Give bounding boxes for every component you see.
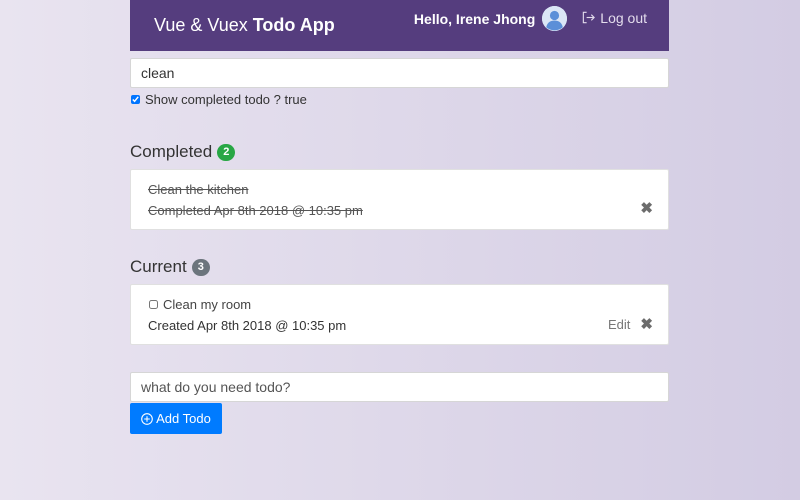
navbar: Vue & Vuex Todo App Hello, Irene Jhong L… (130, 0, 669, 51)
completed-count-badge: 2 (217, 143, 236, 161)
completed-todo-item: Clean the kitchen Completed Apr 8th 2018… (130, 169, 669, 230)
todo-date: Created Apr 8th 2018 @ 10:35 pm (148, 318, 347, 333)
todo-actions: ✖ (640, 201, 653, 216)
completed-heading: Completed 2 (130, 142, 669, 162)
current-title: Current (130, 257, 187, 276)
show-completed-toggle[interactable]: Show completed todo ? true (130, 92, 669, 107)
todo-complete-checkbox[interactable] (149, 300, 158, 309)
add-todo-label: Add Todo (156, 411, 211, 426)
show-completed-checkbox[interactable] (131, 95, 140, 104)
current-todo-item: Clean my room Created Apr 8th 2018 @ 10:… (130, 284, 669, 345)
app-brand[interactable]: Vue & Vuex Todo App (154, 15, 335, 36)
todo-text: Clean my room (163, 297, 252, 312)
edit-button[interactable]: Edit (608, 317, 630, 332)
close-icon[interactable]: ✖ (640, 201, 653, 216)
todo-date: Completed Apr 8th 2018 @ 10:35 pm (148, 203, 363, 218)
nav-right: Hello, Irene Jhong Log out (414, 0, 647, 51)
filter-input[interactable] (130, 58, 669, 88)
user-greeting: Hello, Irene Jhong (413, 10, 536, 27)
user-avatar-icon[interactable] (542, 6, 568, 31)
brand-prefix: Vue & Vuex (154, 15, 248, 35)
current-count-badge: 3 (191, 258, 210, 276)
completed-title: Completed (130, 142, 213, 161)
logout-label: Log out (600, 9, 647, 26)
plus-circle-icon (141, 412, 153, 425)
brand-strong: Todo App (252, 15, 335, 35)
logout-link[interactable]: Log out (581, 10, 647, 26)
show-completed-label: Show completed todo ? true (145, 92, 307, 107)
todo-actions: Edit ✖ (608, 317, 653, 333)
logout-icon (583, 11, 596, 24)
close-icon[interactable]: ✖ (640, 317, 653, 332)
add-todo-button[interactable]: Add Todo (130, 403, 222, 434)
new-todo-input[interactable] (130, 372, 669, 402)
current-heading: Current 3 (130, 257, 669, 277)
todo-text: Clean the kitchen (148, 182, 249, 197)
todo-app: Vue & Vuex Todo App Hello, Irene Jhong L… (130, 0, 669, 434)
todo-complete-toggle[interactable]: Clean my room (148, 297, 652, 312)
